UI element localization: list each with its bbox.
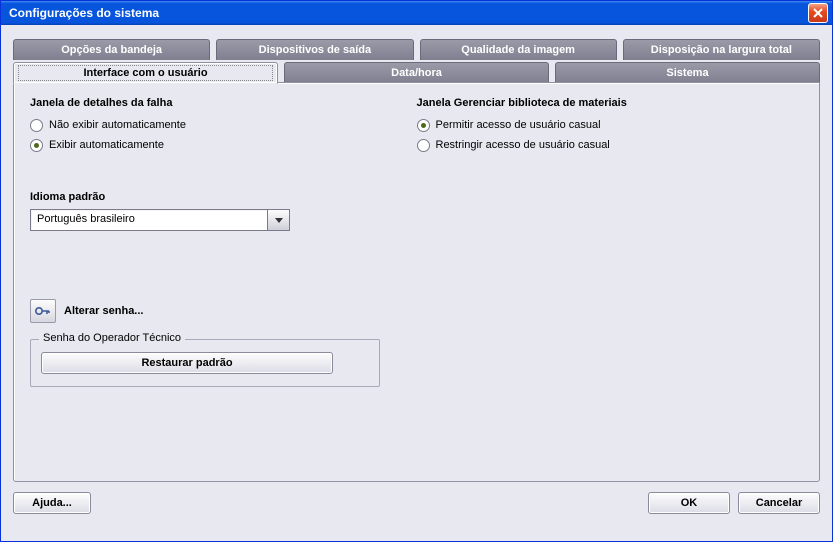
radio-icon <box>417 139 430 152</box>
radio-label: Exibir automaticamente <box>49 139 164 151</box>
close-icon <box>813 8 823 18</box>
tab-output-devices[interactable]: Dispositivos de saída <box>216 39 413 60</box>
fieldset-legend: Senha do Operador Técnico <box>39 332 185 344</box>
top-columns: Janela de detalhes da falha Não exibir a… <box>30 97 803 155</box>
operator-password-fieldset: Senha do Operador Técnico Restaurar padr… <box>30 339 380 387</box>
help-button[interactable]: Ajuda... <box>13 492 91 514</box>
tab-tray-options[interactable]: Opções da bandeja <box>13 39 210 60</box>
close-button[interactable] <box>808 3 828 23</box>
tab-date-time[interactable]: Data/hora <box>284 62 549 83</box>
tab-system[interactable]: Sistema <box>555 62 820 83</box>
radio-icon <box>30 139 43 152</box>
radio-icon <box>30 119 43 132</box>
key-icon <box>30 299 56 323</box>
tab-row-top: Opções da bandeja Dispositivos de saída … <box>13 39 820 60</box>
radio-auto[interactable]: Exibir automaticamente <box>30 135 417 155</box>
radio-no-auto[interactable]: Não exibir automaticamente <box>30 115 417 135</box>
language-dropdown[interactable]: Português brasileiro <box>30 209 290 231</box>
radio-label: Não exibir automaticamente <box>49 119 186 131</box>
library-window-title: Janela Gerenciar biblioteca de materiais <box>417 97 804 109</box>
radio-restrict-casual[interactable]: Restringir acesso de usuário casual <box>417 135 804 155</box>
ok-button[interactable]: OK <box>648 492 730 514</box>
fault-window-group: Janela de detalhes da falha Não exibir a… <box>30 97 417 155</box>
radio-label: Permitir acesso de usuário casual <box>436 119 601 131</box>
change-password-row[interactable]: Alterar senha... <box>30 299 803 323</box>
change-password-label: Alterar senha... <box>64 305 143 317</box>
tab-full-width-layout[interactable]: Disposição na largura total <box>623 39 820 60</box>
library-window-group: Janela Gerenciar biblioteca de materiais… <box>417 97 804 155</box>
chevron-down-icon <box>275 218 283 223</box>
window-title: Configurações do sistema <box>9 6 808 20</box>
dropdown-button[interactable] <box>267 210 289 230</box>
radio-label: Restringir acesso de usuário casual <box>436 139 610 151</box>
dialog-content: Opções da bandeja Dispositivos de saída … <box>1 25 832 541</box>
fault-window-title: Janela de detalhes da falha <box>30 97 417 109</box>
cancel-button[interactable]: Cancelar <box>738 492 820 514</box>
system-settings-window: Configurações do sistema Opções da bande… <box>0 0 833 542</box>
tab-row-bottom: Interface com o usuário Data/hora Sistem… <box>13 62 820 83</box>
tab-image-quality[interactable]: Qualidade da imagem <box>420 39 617 60</box>
tab-panel-user-interface: Janela de detalhes da falha Não exibir a… <box>13 82 820 482</box>
language-label: Idioma padrão <box>30 191 803 203</box>
radio-allow-casual[interactable]: Permitir acesso de usuário casual <box>417 115 804 135</box>
radio-icon <box>417 119 430 132</box>
restore-default-button[interactable]: Restaurar padrão <box>41 352 333 374</box>
titlebar: Configurações do sistema <box>1 1 832 25</box>
tab-user-interface[interactable]: Interface com o usuário <box>13 62 278 84</box>
language-group: Idioma padrão Português brasileiro <box>30 191 803 231</box>
tabs-area: Opções da bandeja Dispositivos de saída … <box>13 39 820 482</box>
language-value: Português brasileiro <box>31 210 267 230</box>
dialog-footer: Ajuda... OK Cancelar <box>13 492 820 514</box>
